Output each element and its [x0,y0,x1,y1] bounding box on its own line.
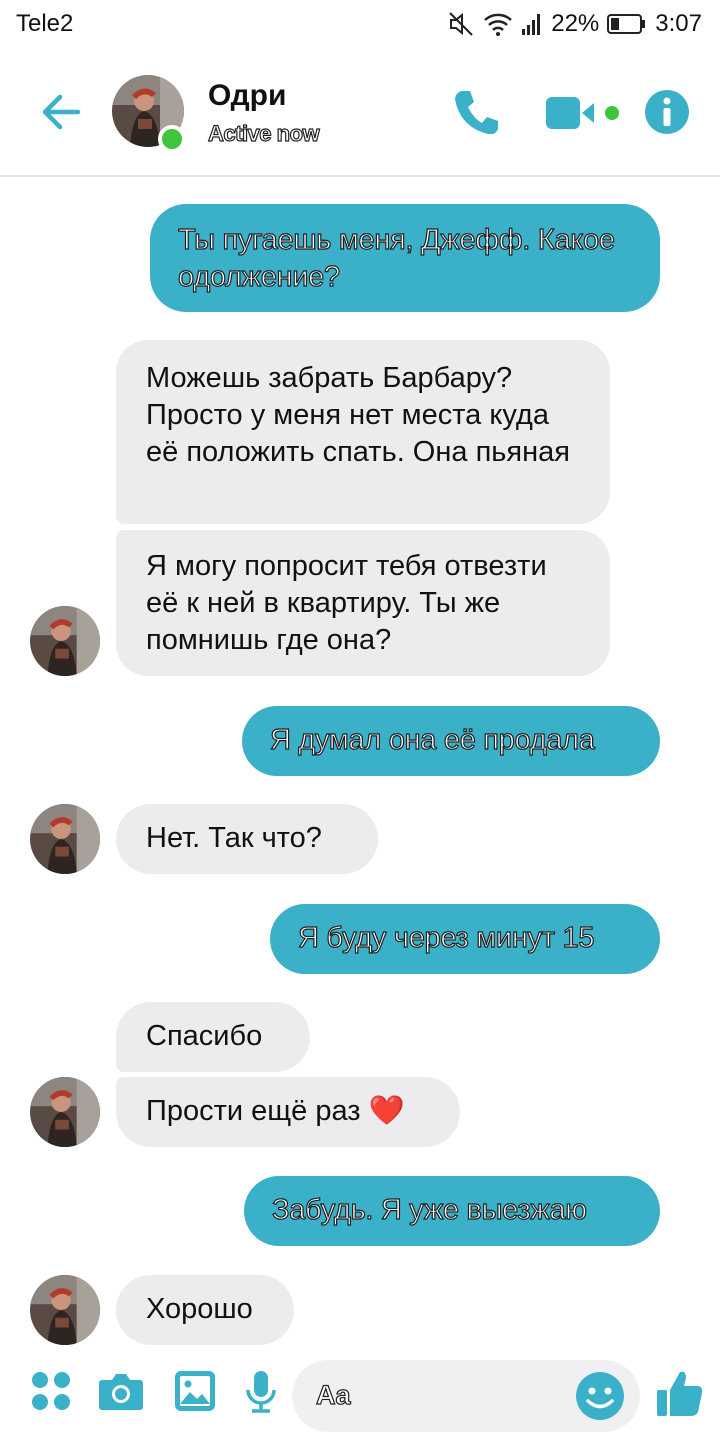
message-text: Я буду через минут 15 [297,921,595,954]
sender-avatar[interactable] [30,1077,100,1147]
sender-avatar[interactable] [30,804,100,874]
signal-icon [521,12,543,36]
message-text: Я могу попросит тебя отвезти её к ней в … [146,550,547,656]
message-bubble-incoming[interactable]: Нет. Так что? [116,804,378,874]
message-text: Я думал она её продала [269,723,595,756]
clock: 3:07 [655,10,702,37]
conversation-header: Одри Active now [0,55,720,177]
message-text: Можешь забрать Барбару? Просто у меня не… [146,362,570,468]
message-bubble-outgoing[interactable]: Я буду через минут 15 [270,904,660,974]
carrier-label: Tele2 [16,10,74,37]
mute-icon [447,10,475,38]
message-bubble-incoming[interactable]: Можешь забрать Барбару? Просто у меня не… [116,340,610,524]
battery-label: 22% [551,10,600,37]
status-indicators: 22% 3:07 [447,8,702,40]
message-text: Спасибо [146,1020,263,1052]
thumbs-up-icon[interactable] [656,1368,704,1423]
message-text: Нет. Так что? [146,822,322,854]
sender-avatar[interactable] [30,1275,100,1345]
wifi-icon [483,11,513,37]
message-text: Прости ещё раз ❤️ [146,1095,405,1127]
online-indicator [158,125,186,153]
info-icon[interactable] [644,89,690,135]
message-bubble-outgoing[interactable]: Я думал она её продала [242,706,660,776]
sender-avatar[interactable] [30,606,100,676]
apps-grid-icon[interactable] [30,1370,72,1417]
message-bubble-outgoing[interactable]: Забудь. Я уже выезжаю [244,1176,660,1246]
message-bubble-outgoing[interactable]: Ты пугаешь меня, Джефф. Какое одолжение? [150,204,660,312]
contact-name[interactable]: Одри [208,79,286,113]
message-bubble-incoming[interactable]: Спасибо [116,1002,310,1072]
microphone-icon[interactable] [244,1370,278,1419]
contact-status: Active now [207,120,320,146]
message-bubble-incoming[interactable]: Прости ещё раз ❤️ [116,1077,460,1147]
message-text: Ты пугаешь меня, Джефф. Какое одолжение? [177,223,615,293]
back-arrow-icon[interactable] [38,87,88,137]
phone-call-icon[interactable] [452,87,500,137]
video-call-icon[interactable] [544,93,626,133]
status-bar: Tele2 22% 3:07 [0,0,720,50]
camera-icon[interactable] [98,1370,144,1417]
message-input-placeholder: Aa [315,1379,351,1410]
message-text: Забудь. Я уже выезжаю [271,1193,587,1226]
gallery-icon[interactable] [174,1370,216,1417]
message-bubble-incoming[interactable]: Хорошо [116,1275,294,1345]
message-composer: Aa [0,1358,720,1440]
message-text: Хорошо [146,1293,253,1325]
message-bubble-incoming[interactable]: Я могу попросит тебя отвезти её к ней в … [116,530,610,676]
emoji-icon[interactable] [574,1370,626,1422]
message-input[interactable]: Aa [292,1360,640,1432]
battery-icon [607,13,647,35]
